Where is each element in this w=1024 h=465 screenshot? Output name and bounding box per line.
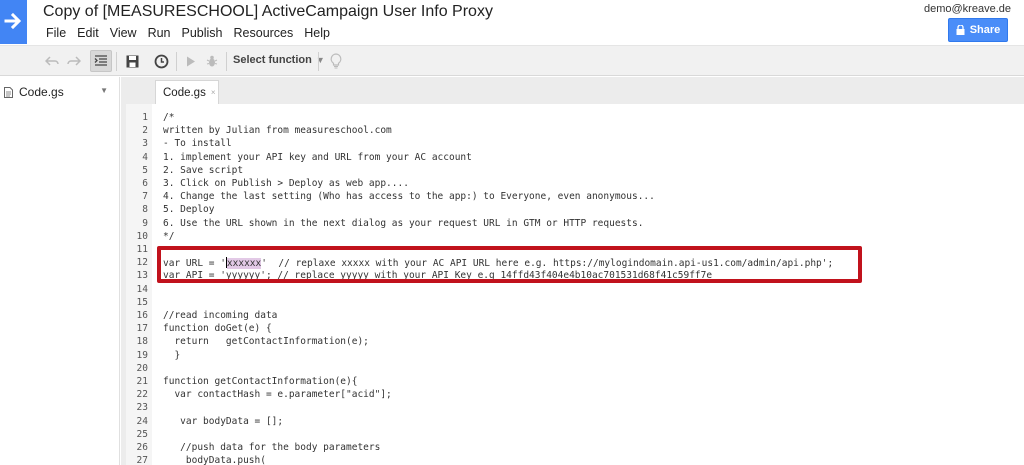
line-number: 9	[142, 217, 148, 229]
select-function-label: Select function	[233, 54, 312, 66]
menu-resources[interactable]: Resources	[230, 25, 301, 41]
file-name: Code.gs	[19, 85, 64, 99]
file-item-code-gs[interactable]: Code.gs ▼	[4, 83, 114, 101]
user-email[interactable]: demo@kreave.de	[924, 3, 1011, 15]
share-label: Share	[969, 24, 1001, 36]
share-button[interactable]: Share	[948, 18, 1008, 42]
toolbar-separator	[318, 52, 319, 71]
line-number: 8	[142, 204, 148, 216]
line-number: 10	[136, 230, 148, 242]
line-number: 24	[136, 415, 148, 427]
redo-icon	[67, 56, 81, 66]
line-number: 1	[142, 112, 148, 123]
line-number: 7	[142, 191, 148, 203]
redo-button[interactable]	[63, 50, 85, 72]
code-line[interactable]: */	[163, 231, 174, 242]
close-icon[interactable]: ×	[211, 88, 216, 97]
line-number: 20	[136, 362, 148, 374]
code-line[interactable]: - To install	[163, 138, 232, 149]
line-number: 2	[142, 125, 148, 137]
line-number: 26	[136, 442, 148, 453]
line-number: 14	[136, 283, 148, 295]
line-number: 21	[136, 376, 148, 387]
code-line[interactable]: 1. implement your API key and URL from y…	[163, 152, 472, 163]
line-number: 15	[136, 296, 148, 308]
indent-icon	[94, 55, 107, 66]
line-number: 17	[136, 323, 148, 335]
toolbar-separator	[176, 52, 177, 71]
line-number: 5	[142, 164, 148, 176]
code-editor[interactable]: 1 /* 2 written by Julian from measureschool…	[126, 104, 1024, 465]
menu-run[interactable]: Run	[144, 25, 178, 41]
lock-icon	[956, 25, 965, 35]
line-number: 27	[136, 455, 148, 465]
project-title[interactable]: Copy of [MEASURESCHOOL] ActiveCampaign U…	[43, 3, 493, 21]
clock-icon	[154, 54, 168, 68]
bug-icon	[206, 55, 218, 66]
line-number: 12	[136, 257, 148, 269]
line-number: 19	[136, 349, 148, 361]
code-line[interactable]: //push data for the body parameters	[163, 442, 380, 453]
menu-help[interactable]: Help	[300, 25, 337, 41]
line-number: 6	[142, 178, 148, 189]
line-number: 22	[136, 389, 148, 401]
undo-button[interactable]	[41, 50, 63, 72]
code-line[interactable]: /*	[163, 112, 174, 123]
code-line[interactable]: 3. Click on Publish > Deploy as web app.…	[163, 178, 409, 189]
line-number: 25	[136, 428, 148, 440]
file-panel: Code.gs ▼	[0, 77, 120, 465]
arrow-right-icon	[4, 12, 22, 30]
lightbulb-icon	[330, 53, 342, 69]
code-line[interactable]: function doGet(e) {	[163, 323, 272, 334]
line-number: 4	[142, 151, 148, 163]
code-line[interactable]: var contactHash = e.parameter["acid"];	[163, 389, 391, 400]
help-lightbulb-button[interactable]	[325, 50, 347, 72]
code-line[interactable]: return getContactInformation(e);	[163, 336, 368, 347]
line-number: 16	[136, 310, 148, 321]
play-icon	[187, 56, 195, 66]
code-line[interactable]: 4. Change the last setting (Who has acce…	[163, 191, 655, 202]
toolbar-separator	[116, 52, 117, 71]
code-line[interactable]: written by Julian from measureschool.com	[163, 125, 392, 136]
code-line[interactable]: 2. Save script	[163, 165, 243, 176]
tab-label: Code.gs	[163, 86, 206, 99]
undo-icon	[45, 56, 59, 66]
highlight-annotation-box	[157, 246, 862, 283]
run-button[interactable]	[180, 50, 202, 72]
apps-script-logo[interactable]	[0, 0, 27, 44]
line-number: 23	[136, 402, 148, 414]
save-icon	[126, 55, 138, 67]
save-button[interactable]	[121, 50, 143, 72]
code-line[interactable]: 5. Deploy	[163, 204, 214, 215]
document-icon	[4, 86, 13, 98]
code-line[interactable]: function getContactInformation(e){	[163, 376, 357, 387]
menu-file[interactable]: File	[42, 25, 73, 41]
code-line[interactable]: var bodyData = [];	[163, 416, 283, 427]
file-dropdown-icon[interactable]: ▼	[100, 86, 108, 95]
toolbar: Select function ▼	[0, 45, 1024, 76]
toolbar-separator	[226, 52, 227, 71]
menu-edit[interactable]: Edit	[73, 25, 106, 41]
debug-button[interactable]	[201, 50, 223, 72]
line-number: 11	[136, 244, 148, 255]
menu-bar: File Edit View Run Publish Resources Hel…	[42, 25, 337, 41]
line-number: 13	[136, 270, 148, 282]
triggers-button[interactable]	[150, 50, 172, 72]
select-function-dropdown[interactable]: Select function ▼	[233, 54, 325, 66]
code-line[interactable]: //read incoming data	[163, 310, 277, 321]
indent-toggle-button[interactable]	[90, 50, 112, 72]
menu-publish[interactable]: Publish	[178, 25, 230, 41]
code-line[interactable]: bodyData.push(	[163, 455, 266, 465]
code-line[interactable]: 6. Use the URL shown in the next dialog …	[163, 218, 643, 229]
line-number: 18	[136, 336, 148, 348]
line-number: 3	[142, 138, 148, 150]
editor-container: Code.gs × 1 /* 2 written by Julian from mea…	[121, 77, 1024, 465]
header: Copy of [MEASURESCHOOL] ActiveCampaign U…	[0, 0, 1024, 44]
tab-code-gs[interactable]: Code.gs ×	[155, 80, 219, 104]
menu-view[interactable]: View	[106, 25, 144, 41]
code-line[interactable]: }	[163, 350, 180, 361]
